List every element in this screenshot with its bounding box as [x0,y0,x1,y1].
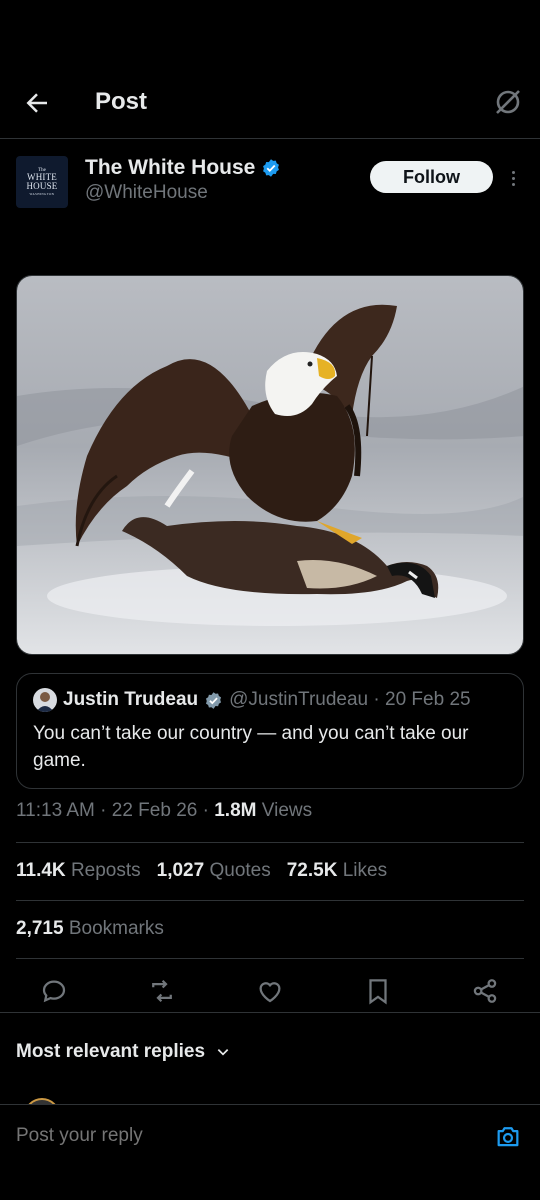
post-stats: 11.4K Reposts 1,027 Quotes 72.5K Likes [16,860,387,882]
page-title: Post [95,88,148,115]
post-author: The WHITE HOUSE WASHINGTON The White Hou… [0,150,540,220]
more-dot-icon [511,176,515,180]
more-dot-icon [511,182,515,186]
repost-icon [152,979,172,1003]
post-date: 22 Feb 26 [111,800,198,821]
reposts-count: 11.4K [16,860,66,881]
avatar-text: WASHINGTON [29,192,55,196]
author-name-row: The White House [85,156,281,180]
likes-stat[interactable]: 72.5K Likes [287,860,387,882]
more-dot-icon [511,170,515,174]
follow-button[interactable]: Follow [370,161,493,193]
quoted-author-handle: @JustinTrudeau · 20 Feb 25 [229,689,471,710]
bookmarks-count: 2,715 [16,918,64,939]
arrow-left-icon [26,93,47,113]
replies-sort-dropdown[interactable]: Most relevant replies [16,1041,231,1063]
author-handle[interactable]: @WhiteHouse [85,182,208,204]
bookmarks-label: Bookmarks [68,918,164,939]
chevron-down-icon [217,1049,229,1056]
bookmarks-stat[interactable]: 2,715 Bookmarks [16,918,164,940]
post-time: 11:13 AM [16,800,95,821]
quotes-count: 1,027 [156,860,205,881]
quoted-author-avatar [33,688,57,712]
likes-count: 72.5K [286,860,338,881]
avatar-text: HOUSE [26,181,58,191]
post-image[interactable] [16,275,524,655]
grok-button[interactable] [492,86,524,118]
replies-sort-label: Most relevant replies [16,1041,206,1062]
quoted-post-text: You can’t take our country — and you can… [33,723,469,771]
divider [16,842,524,843]
camera-icon [497,1127,519,1147]
verified-badge-icon [206,691,222,709]
back-button[interactable] [22,88,52,118]
quoted-post[interactable]: Justin Trudeau @JustinTrudeau · 20 Feb 2… [16,673,524,789]
post-meta: 11:13 AM · 22 Feb 26 · 1.8M Views [16,800,313,821]
reposts-label: Reposts [70,860,141,881]
top-bar: Post [0,68,540,139]
like-icon [259,982,281,1003]
more-options-button[interactable] [505,164,521,192]
camera-button[interactable] [494,1123,522,1151]
author-avatar[interactable]: The WHITE HOUSE WASHINGTON [16,156,68,208]
divider [16,958,524,959]
like-button[interactable] [255,976,285,1006]
reply-composer [0,1104,540,1165]
reply-input[interactable] [16,1125,456,1147]
reply-icon [42,980,66,1003]
views-count: 1.8M [214,800,257,821]
post-screen: Post The WHITE HOUSE WASHINGTON The Whit… [0,0,540,1200]
grok-icon [496,90,520,114]
views-label: Views [261,800,313,821]
divider [16,900,524,901]
bookmark-button[interactable] [363,976,393,1006]
reply-button[interactable] [39,976,69,1006]
author-name[interactable]: The White House [85,156,255,180]
quoted-author-name: Justin Trudeau [63,689,199,710]
post-actions [0,970,540,1013]
quotes-stat[interactable]: 1,027 Quotes [157,860,271,882]
quoted-post-header: Justin Trudeau @JustinTrudeau · 20 Feb 2… [33,688,471,712]
eagle-goose-photo [17,276,523,654]
share-icon [473,979,497,1003]
repost-button[interactable] [147,976,177,1006]
quotes-label: Quotes [209,860,271,881]
reposts-stat[interactable]: 11.4K Reposts [16,860,141,882]
reply-preview [0,1092,540,1104]
likes-label: Likes [342,860,388,881]
bookmark-icon [369,979,387,1005]
share-button[interactable] [470,976,500,1006]
verified-badge-icon [263,159,280,177]
